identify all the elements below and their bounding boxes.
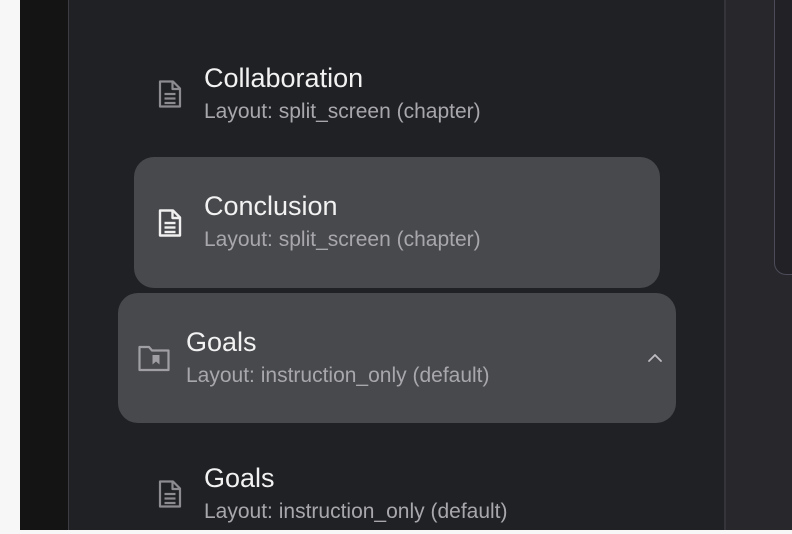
document-icon (158, 480, 182, 508)
folder-bookmark-icon (138, 344, 170, 372)
list-item-goals[interactable]: Goals Layout: instruction_only (default) (134, 454, 660, 534)
document-icon (158, 80, 182, 108)
item-title: Conclusion (204, 191, 338, 221)
list-item-goals-folder[interactable]: Goals Layout: instruction_only (default) (118, 293, 676, 423)
side-rail (20, 0, 68, 530)
item-subtitle: Layout: split_screen (chapter) (204, 228, 481, 251)
item-subtitle: Layout: instruction_only (default) (204, 499, 508, 523)
list-item-conclusion[interactable]: Conclusion Layout: split_screen (chapter… (134, 157, 660, 288)
item-subtitle: Layout: instruction_only (default) (186, 363, 490, 387)
document-icon (158, 208, 182, 237)
list-item-collaboration[interactable]: Collaboration Layout: split_screen (chap… (134, 54, 660, 134)
chevron-up-icon[interactable] (644, 347, 666, 369)
item-subtitle: Layout: split_screen (chapter) (204, 99, 481, 123)
item-title: Collaboration (204, 62, 364, 93)
item-title: Goals (204, 462, 275, 493)
item-title: Goals (186, 326, 257, 357)
page-margin (0, 0, 20, 530)
right-card (774, 0, 792, 275)
